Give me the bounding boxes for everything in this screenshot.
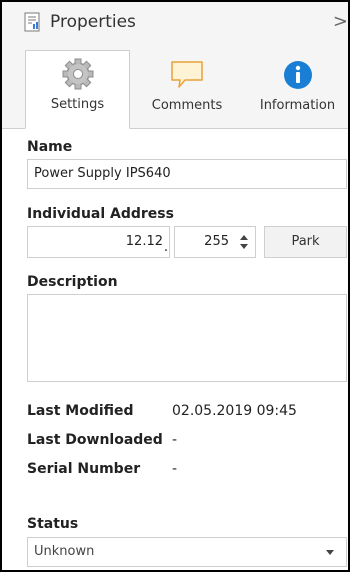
status-label: Status [27,516,79,532]
park-button[interactable]: Park [264,226,347,258]
last-downloaded-value: - [172,432,178,448]
tab-information-label: Information [259,98,336,113]
status-selected-value: Unknown [34,544,95,559]
serial-number-value: - [172,461,178,477]
tab-information[interactable]: Information [247,52,348,128]
last-modified-value: 02.05.2019 09:45 [172,403,297,419]
panel-title: Properties [50,12,136,32]
settings-content: Name Power Supply IPS640 Individual Addr… [2,129,348,570]
chevron-down-icon [326,550,334,555]
name-label: Name [27,139,73,155]
tab-settings[interactable]: Settings [25,50,130,129]
tab-comments-label: Comments [151,98,223,113]
description-field[interactable] [27,294,347,382]
speech-bubble-icon [171,61,203,88]
tab-comments[interactable]: Comments [137,52,237,128]
last-modified-label: Last Modified [27,403,134,419]
properties-document-icon [24,12,40,32]
info-icon [283,61,312,89]
collapse-chevron-icon[interactable]: > [333,11,348,33]
tab-bar: Settings Comments Information [2,44,348,129]
tab-settings-label: Settings [50,97,105,112]
description-label: Description [27,274,118,290]
last-downloaded-label: Last Downloaded [27,432,163,448]
address-separator: . [163,239,169,255]
serial-number-label: Serial Number [27,461,141,477]
status-select[interactable]: Unknown [27,537,347,567]
spinner-arrows-icon[interactable] [239,233,249,251]
address-device-stepper[interactable]: 255 [174,226,256,258]
individual-address-label: Individual Address [27,206,174,222]
gear-icon [62,58,93,90]
panel-header: Properties > [2,2,348,45]
name-field[interactable]: Power Supply IPS640 [27,159,347,189]
address-main-field[interactable]: 12.12 [27,226,170,258]
address-device-value: 255 [204,234,229,249]
properties-panel: Properties > Settings Comments Informati… [0,0,350,572]
